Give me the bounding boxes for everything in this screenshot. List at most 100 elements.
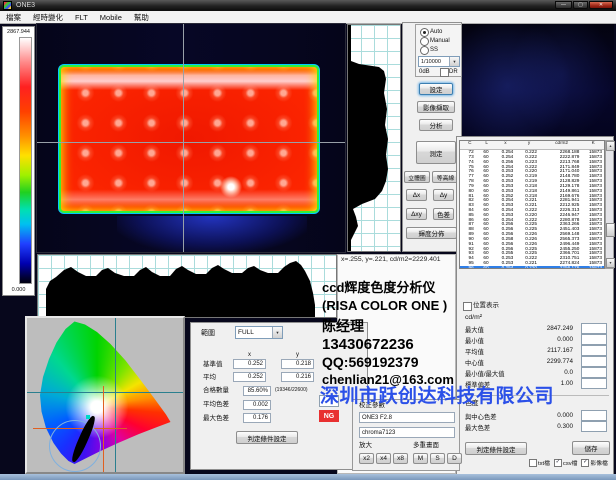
file-type-options: txt檔 ✓csv檔✓影像檔 bbox=[525, 458, 608, 467]
threshold-input[interactable] bbox=[581, 367, 607, 378]
calibration-field-lens[interactable]: ONE3 F2.8 bbox=[359, 412, 455, 423]
close-button[interactable]: ✕ bbox=[589, 1, 613, 9]
chevron-down-icon: ▼ bbox=[272, 327, 282, 338]
luminance-stat-row: 最小值0.000 bbox=[457, 334, 615, 345]
watermark-company-line: 深圳市跃创达科技有限公司 bbox=[320, 387, 554, 406]
chroma-stat-row: 與中心色差0.000 bbox=[457, 410, 615, 421]
multi-screen-label: 多重畫面 bbox=[413, 443, 439, 450]
save-button[interactable]: 儲存 bbox=[572, 441, 610, 455]
zoom-x8-button[interactable]: x8 bbox=[393, 453, 408, 464]
radio-auto-label: Auto bbox=[430, 29, 442, 35]
threshold-input[interactable] bbox=[581, 421, 607, 432]
watermark-line: QQ:569192379 bbox=[322, 355, 419, 369]
delta-xy-button[interactable]: Δxy bbox=[406, 208, 427, 220]
luminance-distribution-button[interactable]: 輝度分佈 bbox=[406, 227, 457, 239]
threshold-input[interactable] bbox=[581, 410, 607, 421]
menu-item-3[interactable]: Mobile bbox=[94, 11, 128, 24]
pass-count-detail: (19346/22600) bbox=[275, 388, 308, 393]
shutter-select[interactable]: 1/10000 ▼ bbox=[418, 56, 460, 67]
target-crosshair-vertical bbox=[103, 386, 104, 472]
table-row[interactable]: 96600.2540.2202256.17615873 bbox=[460, 266, 604, 269]
scroll-down-icon[interactable]: ▼ bbox=[606, 258, 615, 268]
vertical-profile-curve bbox=[348, 25, 400, 251]
crosshair-vertical[interactable] bbox=[183, 24, 184, 252]
table-header-cell: cd/m2 bbox=[541, 141, 582, 149]
range-label: 範圍 bbox=[201, 330, 215, 337]
watermark-line: chenlian21@163.com bbox=[322, 373, 454, 386]
file-type-checkbox-csv檔[interactable]: ✓csv檔 bbox=[554, 458, 578, 467]
threshold-input[interactable] bbox=[581, 323, 607, 334]
image-capture-button[interactable]: 影像擷取 bbox=[417, 101, 455, 113]
multi-D-button[interactable]: D bbox=[447, 453, 462, 464]
multi-S-button[interactable]: S bbox=[430, 453, 445, 464]
average-y-value[interactable]: 0.216 bbox=[281, 372, 314, 382]
contour-button[interactable]: 等高線 bbox=[432, 171, 459, 183]
colorbar-min-value: 0.000 bbox=[3, 287, 34, 293]
file-type-checkbox-影像檔[interactable]: ✓影像檔 bbox=[581, 458, 607, 467]
chevron-down-icon: ▼ bbox=[449, 57, 459, 66]
luminance-stats: 最大值2847.249最小值0.000平均值2117.167中心值2299.77… bbox=[457, 323, 615, 389]
settings-button[interactable]: 設定 bbox=[419, 83, 453, 95]
delta-y-button[interactable]: Δy bbox=[433, 189, 454, 201]
judge-settings-button[interactable]: 判定條件設定 bbox=[465, 442, 527, 455]
file-type-checkbox-txt檔[interactable]: txt檔 bbox=[529, 458, 550, 467]
blue-glow bbox=[117, 216, 307, 252]
menu-item-4[interactable]: 幫助 bbox=[128, 11, 155, 24]
zoom-x2-button[interactable]: x2 bbox=[359, 453, 374, 464]
zoom-x4-button[interactable]: x4 bbox=[376, 453, 391, 464]
view-3d-button[interactable]: 立體圖 bbox=[404, 171, 430, 183]
menu-item-2[interactable]: FLT bbox=[69, 11, 94, 24]
scroll-thumb[interactable] bbox=[606, 223, 615, 237]
table-scrollbar[interactable]: ▲ ▼ bbox=[605, 140, 614, 269]
position-display-checkbox[interactable] bbox=[463, 302, 472, 311]
measurement-table[interactable]: CLxycd/m2K 72600.2540.2222268.1881587373… bbox=[459, 140, 605, 269]
cie-chromaticity-diagram[interactable] bbox=[25, 316, 185, 474]
watermark-line: 陈经理 bbox=[322, 319, 364, 333]
radio-ss-label: SS bbox=[430, 47, 438, 53]
measure-button[interactable]: 測定 bbox=[416, 141, 456, 164]
column-x-label: x bbox=[248, 352, 251, 358]
pass-count-label: 合格數量 bbox=[203, 388, 229, 395]
range-select[interactable]: FULL ▼ bbox=[235, 326, 283, 339]
threshold-input[interactable] bbox=[581, 378, 607, 389]
radio-auto[interactable] bbox=[420, 28, 429, 37]
color-diff-button[interactable]: 色差 bbox=[433, 208, 454, 220]
avg-color-diff-label: 平均色差 bbox=[203, 402, 229, 409]
analyze-button[interactable]: 分析 bbox=[419, 119, 453, 131]
threshold-input[interactable] bbox=[581, 345, 607, 356]
threshold-input[interactable] bbox=[581, 356, 607, 367]
multi-M-button[interactable]: M bbox=[413, 453, 428, 464]
menu-item-1[interactable]: 經時變化 bbox=[27, 11, 69, 24]
column-y-label: y bbox=[296, 352, 299, 358]
app-icon bbox=[3, 1, 12, 10]
dr-label: DR bbox=[449, 69, 458, 75]
scroll-up-icon[interactable]: ▲ bbox=[606, 141, 615, 151]
dr-checkbox[interactable] bbox=[440, 68, 449, 77]
zoom-buttons: x2x4x8 bbox=[359, 453, 408, 464]
menubar: 檔案經時變化FLTMobile幫助 bbox=[0, 11, 616, 24]
radio-ss[interactable] bbox=[420, 46, 429, 55]
luminance-heatmap-view[interactable] bbox=[37, 24, 345, 252]
threshold-input[interactable] bbox=[581, 334, 607, 345]
cie-crosshair-vertical bbox=[115, 318, 116, 472]
maximize-button[interactable]: ▢ bbox=[573, 1, 588, 9]
cursor-readout: x=.255, y=.221, cd/m2=2229.401 bbox=[341, 256, 441, 263]
ng-status-badge: NG bbox=[319, 410, 339, 422]
menu-item-0[interactable]: 檔案 bbox=[0, 11, 27, 24]
position-display-label: 位置表示 bbox=[473, 303, 499, 310]
reference-x-value[interactable]: 0.252 bbox=[233, 359, 266, 369]
delta-x-button[interactable]: Δx bbox=[406, 189, 427, 201]
average-label: 平均 bbox=[203, 375, 216, 382]
reference-y-value[interactable]: 0.218 bbox=[281, 359, 314, 369]
colorbar-gradient bbox=[19, 37, 32, 284]
minimize-button[interactable]: — bbox=[555, 1, 572, 9]
judge-settings-button-range[interactable]: 判定條件設定 bbox=[236, 431, 298, 444]
chroma-stats: 與中心色差0.000最大色差0.300 bbox=[457, 410, 615, 432]
window-bottom-border bbox=[0, 474, 616, 480]
radio-manual[interactable] bbox=[420, 37, 429, 46]
window-title: ONE3 bbox=[16, 2, 35, 9]
average-x-value[interactable]: 0.252 bbox=[233, 372, 266, 382]
crosshair-horizontal[interactable] bbox=[37, 142, 345, 143]
preview-thumbnail bbox=[462, 24, 614, 136]
calibration-field-chroma[interactable]: chroma7123 bbox=[359, 427, 455, 438]
